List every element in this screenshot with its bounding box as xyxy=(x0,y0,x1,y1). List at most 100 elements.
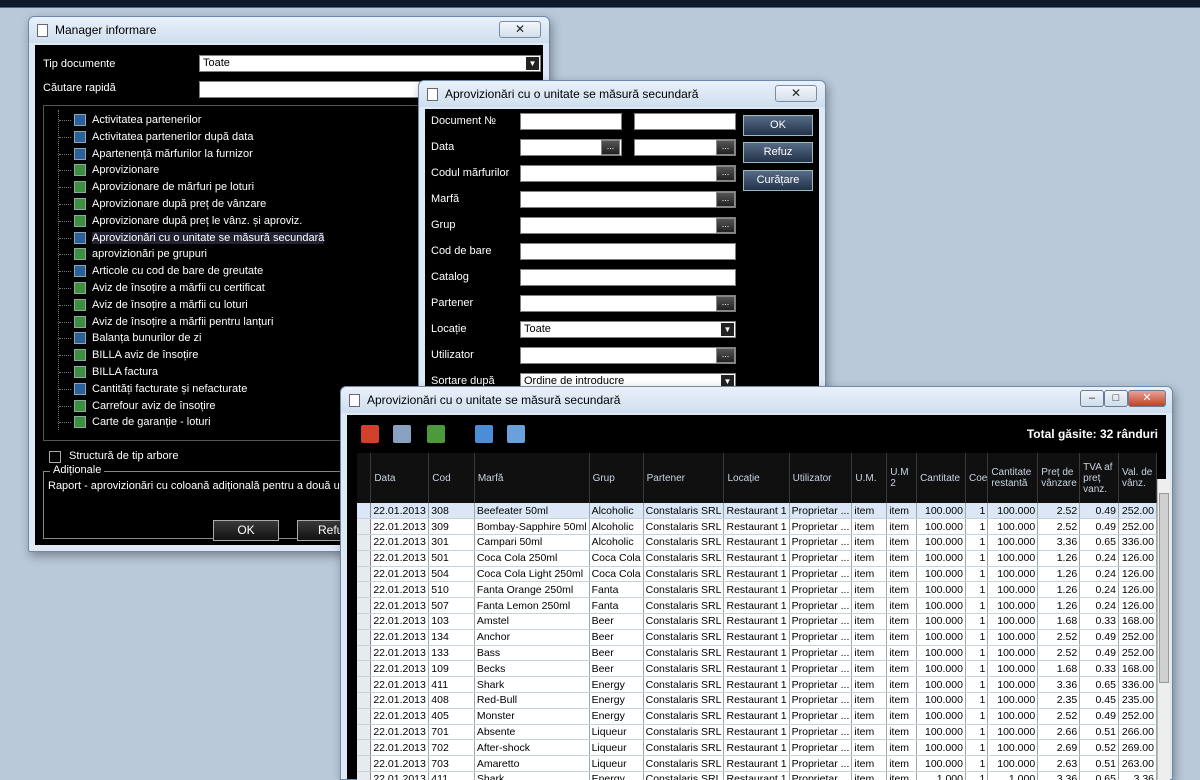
row-header[interactable] xyxy=(357,660,372,678)
tree-item[interactable]: Carte de garanție - loturi xyxy=(74,414,211,430)
table-row[interactable]: 22.01.2013 702 After-shock Liqueur Constalar… xyxy=(357,739,1157,757)
results-grid[interactable]: Data Cod Marfă Grup Partener Locație Utilizato… xyxy=(357,453,1157,780)
cancel-button[interactable]: Refu xyxy=(297,520,345,541)
maximize-button[interactable]: □ xyxy=(1104,390,1128,407)
table-row[interactable]: 22.01.2013 134 Anchor Beer Constalaris SRL Re… xyxy=(357,629,1157,646)
tree-item[interactable]: Aviz de însoțire a mărfii cu certificat xyxy=(74,280,265,296)
table-row[interactable]: 22.01.2013 109 Becks Beer Constalaris SRL Res… xyxy=(357,660,1157,678)
utilizator-picker-button[interactable]: ... xyxy=(716,348,735,363)
grup-picker-button[interactable]: ... xyxy=(716,218,735,233)
tree-item[interactable]: Aprovizionare xyxy=(74,162,159,178)
table-row[interactable]: 22.01.2013 103 Amstel Beer Constalaris SRL Re… xyxy=(357,613,1157,630)
column-header[interactable]: Val. de vânz. xyxy=(1118,453,1157,503)
column-header[interactable]: TVA af preț vanz. xyxy=(1079,453,1119,503)
cod-marfuri-input[interactable] xyxy=(520,165,736,182)
table-row[interactable]: 22.01.2013 501 Coca Cola 250ml Coca Cola Con… xyxy=(357,550,1157,567)
ok-button[interactable]: OK xyxy=(213,520,279,541)
tree-item[interactable]: BILLA aviz de însoțire xyxy=(74,347,198,363)
chevron-down-icon[interactable]: ▼ xyxy=(721,323,734,336)
table-row[interactable]: 22.01.2013 411 Shark Energy Constalaris SRL R… xyxy=(357,771,1157,780)
table-row[interactable]: 22.01.2013 405 Monster Energy Constalaris SR… xyxy=(357,708,1157,725)
tree-item[interactable]: BILLA factura xyxy=(74,364,158,380)
row-header[interactable] xyxy=(357,597,372,615)
download-icon[interactable] xyxy=(427,425,445,443)
table-row[interactable]: 22.01.2013 308 Beefeater 50ml Alcoholic Cons… xyxy=(357,503,1157,520)
document-no-to-input[interactable] xyxy=(634,113,736,130)
tree-item[interactable]: Articole cu cod de bare de greutate xyxy=(74,263,263,279)
tree-item[interactable]: Activitatea partenerilor după data xyxy=(74,129,253,145)
tip-documente-select[interactable]: Toate ▼ xyxy=(199,55,541,72)
ok-button[interactable]: OK xyxy=(743,115,813,136)
table-row[interactable]: 22.01.2013 703 Amaretto Liqueur Constalaris … xyxy=(357,755,1157,773)
tree-item[interactable]: Apartenență mărfurilor la furnizor xyxy=(74,146,253,162)
tree-item[interactable]: Carrefour aviz de însoțire xyxy=(74,398,216,414)
tree-item[interactable]: Aprovizionări cu o unitate se măsură sec… xyxy=(74,230,325,246)
tree-item[interactable]: Balanța bunurilor de zi xyxy=(74,330,201,346)
table-row[interactable]: 22.01.2013 133 Bass Beer Constalaris SRL Rest… xyxy=(357,645,1157,662)
close-button[interactable]: ✕ xyxy=(499,21,541,38)
tree-item[interactable]: Aprovizionare de mărfuri pe loturi xyxy=(74,179,254,195)
data-to-picker-button[interactable]: ... xyxy=(716,140,735,155)
print-icon[interactable] xyxy=(393,425,411,443)
column-header[interactable]: Cantitate xyxy=(916,453,966,503)
document-no-from-input[interactable] xyxy=(520,113,622,130)
row-header[interactable] xyxy=(357,566,372,583)
column-header[interactable]: Locație xyxy=(723,453,790,503)
results-title-bar[interactable]: Aprovizionări cu o unitate se măsură sec… xyxy=(341,387,1172,413)
row-header[interactable] xyxy=(357,724,372,741)
chevron-down-icon[interactable]: ▼ xyxy=(526,57,539,70)
row-header[interactable] xyxy=(357,581,372,599)
marfa-picker-button[interactable]: ... xyxy=(716,192,735,207)
column-header[interactable]: Partener xyxy=(643,453,725,503)
cod-marfuri-picker-button[interactable]: ... xyxy=(716,166,735,181)
refuz-button[interactable]: Refuz xyxy=(743,142,813,163)
curatare-button[interactable]: Curățare xyxy=(743,170,813,191)
column-header[interactable]: Marfă xyxy=(474,453,590,503)
row-header[interactable] xyxy=(357,503,372,520)
table-row[interactable]: 22.01.2013 701 Absente Liqueur Constalaris S… xyxy=(357,724,1157,741)
export-pdf-icon[interactable] xyxy=(361,425,379,443)
partener-picker-button[interactable]: ... xyxy=(716,296,735,311)
table-row[interactable]: 22.01.2013 309 Bombay-Sapphire 50ml Alcohol… xyxy=(357,518,1157,536)
row-header[interactable] xyxy=(357,518,372,536)
grup-input[interactable] xyxy=(520,217,736,234)
manager-title-bar[interactable]: Manager informare ✕ xyxy=(29,17,549,43)
data-from-picker-button[interactable]: ... xyxy=(601,140,620,155)
row-header[interactable] xyxy=(357,692,372,709)
tree-item[interactable]: Aviz de însoțire a mărfii pentru lanțuri xyxy=(74,314,273,330)
row-header[interactable] xyxy=(357,550,372,567)
close-button[interactable]: ✕ xyxy=(775,85,817,102)
column-header[interactable]: U.M 2 xyxy=(886,453,918,503)
tree-item[interactable]: Aprovizionare după preț de vânzare xyxy=(74,196,266,212)
marfa-input[interactable] xyxy=(520,191,736,208)
row-header[interactable] xyxy=(357,771,372,780)
minimize-button[interactable]: – xyxy=(1080,390,1104,407)
scrollbar-thumb[interactable] xyxy=(1159,493,1169,683)
table-row[interactable]: 22.01.2013 504 Coca Cola Light 250ml Coca C… xyxy=(357,566,1157,583)
row-header[interactable] xyxy=(357,676,372,694)
partener-input[interactable] xyxy=(520,295,736,312)
column-header[interactable]: Cod xyxy=(428,453,475,503)
tree-item[interactable]: Aviz de însoțire a mărfii cu loturi xyxy=(74,297,248,313)
utilizator-input[interactable] xyxy=(520,347,736,364)
vertical-scrollbar[interactable] xyxy=(1157,479,1170,780)
table-row[interactable]: 22.01.2013 301 Campari 50ml Alcoholic Consta… xyxy=(357,534,1157,551)
row-header[interactable] xyxy=(357,755,372,773)
table-row[interactable]: 22.01.2013 408 Red-Bull Energy Constalaris S… xyxy=(357,692,1157,709)
cod-bare-input[interactable] xyxy=(520,243,736,260)
catalog-input[interactable] xyxy=(520,269,736,286)
row-header[interactable] xyxy=(357,534,372,551)
locatie-select[interactable]: Toate ▼ xyxy=(520,321,736,338)
row-header[interactable] xyxy=(357,613,372,630)
tree-item[interactable]: Activitatea partenerilor xyxy=(74,112,201,128)
tree-item[interactable]: Aprovizionare după preț le vânz. și apro… xyxy=(74,213,302,229)
tree-item[interactable]: Cantități facturate și nefacturate xyxy=(74,381,247,397)
column-header[interactable]: Data xyxy=(370,453,430,503)
filter-title-bar[interactable]: Aprovizionări cu o unitate se măsură sec… xyxy=(419,81,825,107)
column-header[interactable]: Cantitate restantă xyxy=(987,453,1039,503)
column-header[interactable]: U.M. xyxy=(851,453,888,503)
table-row[interactable]: 22.01.2013 411 Shark Energy Constalaris SRL R… xyxy=(357,676,1157,694)
row-header[interactable] xyxy=(357,629,372,646)
window-icon[interactable] xyxy=(475,425,493,443)
row-header[interactable] xyxy=(357,708,372,725)
